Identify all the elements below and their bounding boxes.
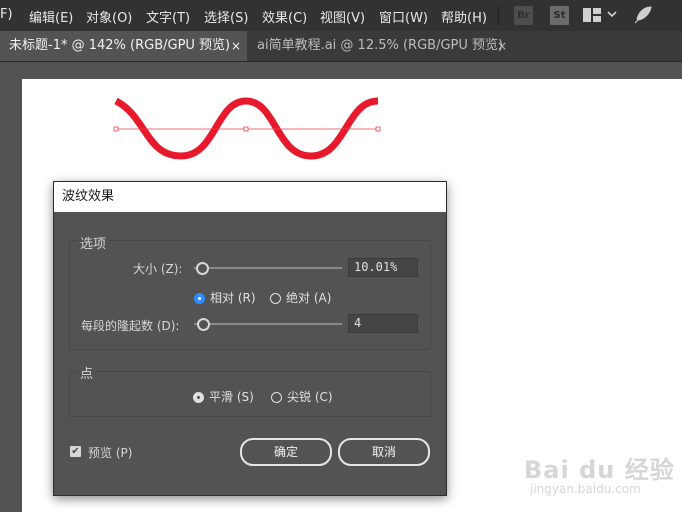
zig-zag-dialog: 波纹效果 选项 大小 (Z): 10.01% 相对 (R) 绝对 (A) 每段的… [53,181,447,496]
cancel-button[interactable]: 取消 [338,438,430,466]
dialog-title[interactable]: 波纹效果 [54,182,446,212]
absolute-radio[interactable]: 绝对 (A) [270,289,331,306]
ridges-label: 每段的隆起数 (D): [81,319,180,333]
baidu-watermark-logo: Bai du 经验 [524,456,675,484]
preview-checkbox[interactable]: ✔ [70,446,81,457]
ridges-slider-knob[interactable] [197,318,210,331]
radio-unselected-icon [271,392,282,403]
size-label: 大小 (Z): [133,262,183,276]
radio-selected-icon [193,392,204,403]
points-group-label: 点 [77,363,97,382]
absolute-radio-label: 绝对 (A) [286,291,332,305]
radio-selected-icon [194,293,205,304]
relative-radio-label: 相对 (R) [210,291,256,305]
anchor-point-center[interactable] [243,126,249,132]
corner-radio-label: 尖锐 (C) [287,390,333,404]
size-slider-track[interactable] [194,267,342,269]
anchor-point-right[interactable] [375,126,381,132]
radio-unselected-icon [270,293,281,304]
corner-radio[interactable]: 尖锐 (C) [271,388,333,405]
size-input[interactable]: 10.01% [348,258,418,277]
smooth-radio-label: 平滑 (S) [209,390,254,404]
anchor-point-left[interactable] [113,126,119,132]
ridges-slider-track[interactable] [194,323,342,325]
ok-button[interactable]: 确定 [240,438,332,466]
relative-radio[interactable]: 相对 (R) [194,289,256,306]
checkmark-icon: ✔ [71,446,80,457]
baidu-watermark-url: jingyan.baidu.com [530,482,641,496]
preview-label: 预览 (P) [88,446,133,460]
smooth-radio[interactable]: 平滑 (S) [193,388,254,405]
options-group-label: 选项 [77,233,110,252]
ridges-input[interactable]: 4 [348,314,418,333]
